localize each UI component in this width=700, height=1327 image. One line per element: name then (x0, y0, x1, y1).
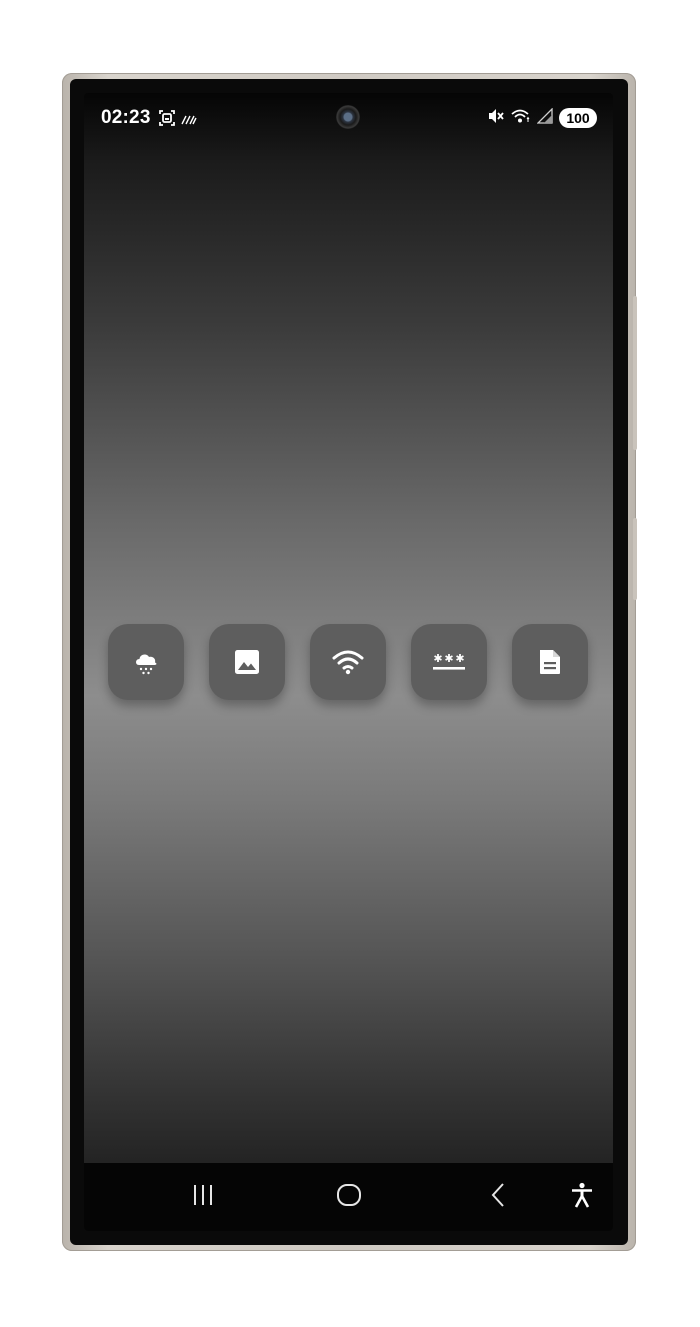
status-right-icons: 100 (488, 106, 597, 129)
battery-indicator: 100 (559, 108, 597, 128)
power-button (633, 518, 637, 600)
app-row (108, 624, 590, 700)
home-button[interactable] (329, 1177, 369, 1217)
signal-icon (536, 106, 553, 129)
stage: 02:23 100 (0, 0, 700, 1327)
wifi-icon (332, 649, 364, 675)
document-app-button[interactable] (512, 624, 588, 700)
image-icon (234, 649, 260, 675)
wifi-app-button[interactable] (310, 624, 386, 700)
screen: 02:23 100 (84, 93, 613, 1231)
nfc-icon (181, 112, 197, 130)
document-icon (538, 649, 562, 675)
status-time: 02:23 (101, 107, 151, 128)
volume-button (633, 296, 637, 450)
status-bar: 02:23 100 (84, 93, 613, 143)
accessibility-button[interactable] (562, 1177, 602, 1217)
navigation-bar (84, 1163, 613, 1231)
mute-icon (488, 108, 505, 129)
gallery-app-button[interactable] (209, 624, 285, 700)
home-icon (336, 1183, 362, 1212)
screenshot-icon (158, 109, 176, 132)
recents-button[interactable] (183, 1177, 223, 1217)
back-button[interactable] (478, 1177, 518, 1217)
accessibility-icon (571, 1182, 593, 1213)
front-camera (336, 105, 360, 129)
recents-icon (191, 1184, 215, 1211)
password-app-button[interactable] (411, 624, 487, 700)
password-icon (432, 651, 466, 673)
back-icon (489, 1182, 507, 1213)
cloud-snow-icon (132, 648, 160, 676)
weather-app-button[interactable] (108, 624, 184, 700)
wifi-icon (511, 108, 531, 129)
